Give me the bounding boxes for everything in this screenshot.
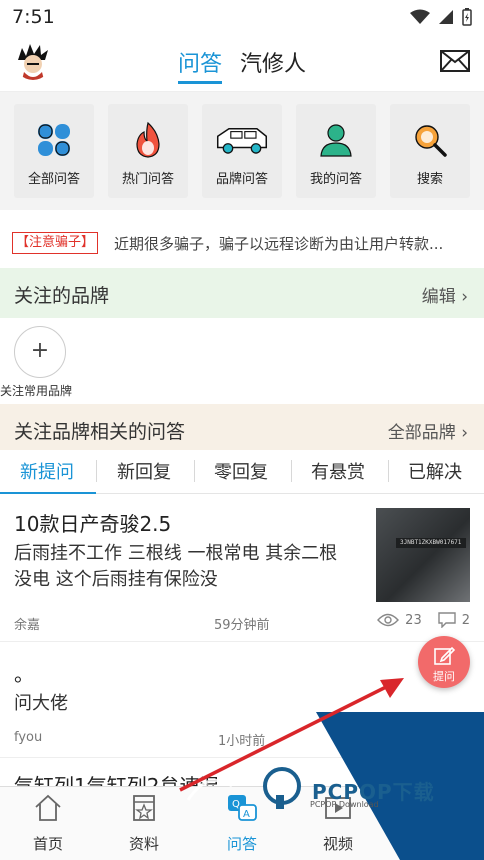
all-brands-label: 全部品牌 (387, 423, 456, 443)
tab-solved[interactable]: 已解决 (408, 458, 462, 484)
related-qa-title: 关注品牌相关的问答 (14, 421, 186, 443)
plus-icon: + (30, 338, 50, 363)
svg-text:Q: Q (232, 799, 240, 810)
add-brand-button[interactable]: + (14, 326, 66, 378)
chevron-right-icon: › (461, 287, 468, 307)
person-icon (320, 124, 352, 157)
status-bar: 7:51 (0, 0, 484, 34)
notice-text: 近期很多骗子，骗子以远程诊断为由让用户转款... (114, 235, 444, 253)
nav-qa[interactable]: QA 问答 (212, 793, 272, 854)
battery-icon (462, 8, 472, 26)
question-stats: 23 2 (377, 612, 470, 628)
question-body-line: 后雨挂不工作 三根线 一根常电 其余二根 (14, 543, 338, 564)
grid-my-qa[interactable]: 我的问答 (296, 104, 376, 198)
edit-icon (434, 646, 456, 665)
wifi-icon (410, 9, 430, 24)
all-brands-button[interactable]: 全部品牌 › (388, 418, 468, 443)
nav-label: 资料 (128, 835, 159, 853)
watermark-sub: PCPOP Download (310, 800, 379, 809)
car-icon (216, 128, 268, 154)
status-icons (410, 8, 472, 26)
signal-icon (439, 10, 453, 24)
grid-hot-qa[interactable]: 热门问答 (108, 104, 188, 198)
question-time: 1小时前 (218, 734, 266, 749)
question-author: 余嘉 (14, 618, 41, 633)
ask-question-label: 提问 (433, 670, 455, 683)
avatar[interactable] (14, 42, 52, 80)
search-icon (415, 125, 447, 157)
tab-divider (96, 460, 97, 482)
flame-icon (136, 121, 160, 158)
document-star-icon (133, 795, 155, 821)
chevron-right-icon: › (461, 423, 468, 443)
grid-label: 搜索 (416, 172, 443, 187)
add-brand-label: 关注常用品牌 (0, 384, 73, 398)
question-filter-tabs: 新提问 新回复 零回复 有悬赏 已解决 (0, 450, 484, 494)
grid-label: 我的问答 (309, 172, 362, 187)
tab-divider (388, 460, 389, 482)
thumbnail-vin-text: 3JNBT1ZKXBW017671 (396, 538, 466, 548)
edit-brands-button[interactable]: 编辑 › (422, 282, 468, 307)
avatar-icon (18, 44, 48, 80)
status-time: 7:51 (12, 6, 55, 28)
comment-icon (438, 612, 456, 628)
question-body-line: 问大佬 (14, 693, 68, 714)
question-title: 。 (14, 662, 34, 686)
related-qa-header: 关注品牌相关的问答 全部品牌 › (0, 404, 484, 450)
question-author: fyou (14, 730, 43, 745)
grid-label: 热门问答 (121, 172, 174, 187)
tab-mechanics[interactable]: 汽修人 (240, 46, 306, 78)
question-time: 59分钟前 (214, 618, 270, 633)
svg-text:A: A (243, 809, 250, 820)
nav-home[interactable]: 首页 (18, 793, 78, 854)
question-thumbnail[interactable]: 3JNBT1ZKXBW017671 (376, 508, 470, 602)
question-title: 气缸列1气缸列2怠速混 (14, 774, 220, 786)
grid-all-qa[interactable]: 全部问答 (14, 104, 94, 198)
question-item[interactable]: 。 问大佬 fyou 1小时前 (0, 642, 484, 758)
notice-tag: 【注意骗子】 (12, 232, 99, 254)
tab-qa[interactable]: 问答 (178, 46, 223, 84)
tab-new-questions[interactable]: 新提问 (20, 458, 74, 484)
tab-bounty[interactable]: 有悬赏 (311, 458, 365, 484)
tab-divider (291, 460, 292, 482)
nav-label: 视频 (322, 835, 353, 853)
nav-label: 首页 (32, 835, 63, 853)
tab-divider (194, 460, 195, 482)
mail-icon[interactable] (440, 48, 470, 74)
followed-brands-title: 关注的品牌 (14, 285, 110, 307)
comment-count: 2 (461, 612, 470, 628)
top-header: 问答 汽修人 (0, 34, 484, 92)
qa-bubble-icon: QA (228, 795, 257, 821)
question-body-line: 没电 这个后雨挂有保险没 (14, 569, 218, 590)
four-petal-icon (38, 124, 70, 156)
grid-search[interactable]: 搜索 (390, 104, 470, 198)
tab-new-replies[interactable]: 新回复 (117, 458, 171, 484)
home-icon (35, 794, 61, 821)
edit-label: 编辑 (421, 287, 456, 307)
eye-icon (377, 613, 400, 627)
grid-brand-qa[interactable]: 品牌问答 (202, 104, 282, 198)
quick-grid: 全部问答 热门问答 品牌问答 我的问答 搜索 (0, 92, 484, 210)
tab-zero-replies[interactable]: 零回复 (214, 458, 268, 484)
nav-label: 问答 (226, 835, 257, 853)
notice-bar[interactable]: 【注意骗子】 近期很多骗子，骗子以远程诊断为由让用户转款... (0, 220, 484, 268)
question-title: 10款日产奇骏2.5 (14, 512, 172, 536)
nav-materials[interactable]: 资料 (114, 793, 174, 854)
ask-question-button[interactable]: 提问 (418, 636, 470, 688)
add-brand-area: + 关注常用品牌 (0, 318, 484, 404)
view-count: 23 (405, 612, 422, 628)
followed-brands-header: 关注的品牌 编辑 › (0, 268, 484, 318)
grid-label: 全部问答 (27, 172, 80, 187)
grid-label: 品牌问答 (215, 172, 268, 187)
